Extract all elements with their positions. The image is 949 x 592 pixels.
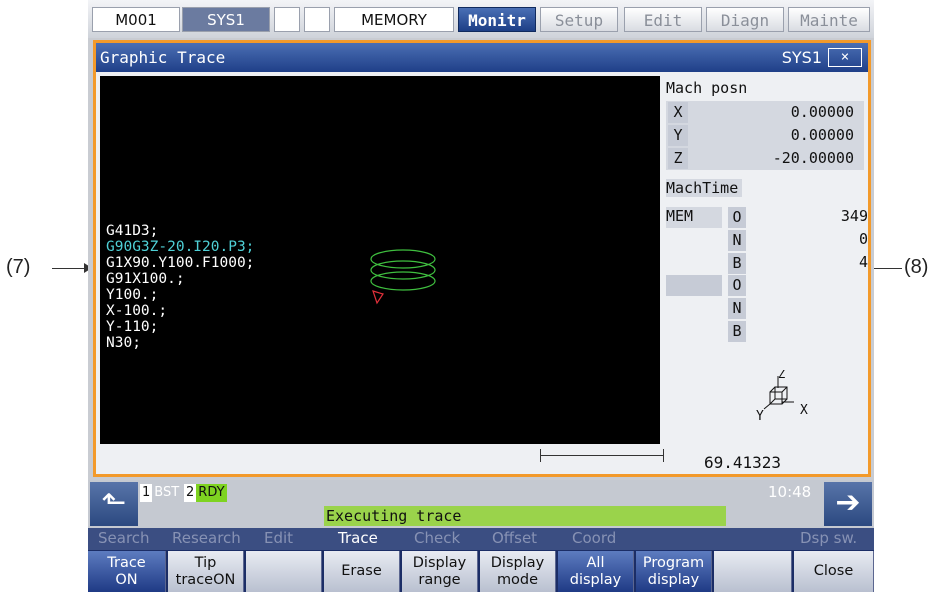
- mach-time-mode: MEM: [666, 207, 694, 225]
- softkey-blank-2[interactable]: [246, 551, 322, 592]
- softkey-bar: Trace ON Tip traceON Erase Display range Displa…: [88, 550, 874, 592]
- mach-posn-label: Mach posn: [666, 79, 748, 97]
- window-system-label: SYS1: [781, 48, 822, 67]
- tool-position-marker: [372, 290, 384, 305]
- softkey-line2: ON: [115, 571, 138, 588]
- axis-z-label: Z: [668, 148, 688, 169]
- helix-trace-path: [370, 249, 436, 291]
- status-clock: 10:48: [768, 483, 812, 501]
- status-chip-rdy: 2 RDY: [184, 484, 227, 502]
- menu-trace[interactable]: Trace: [338, 529, 378, 547]
- mt-key-n1: N: [728, 230, 746, 251]
- softkey-erase[interactable]: Erase: [324, 551, 400, 592]
- cnc-screen: M001 SYS1 MEMORY Monitr Setup Edit Diagn…: [88, 0, 874, 592]
- window-title: Graphic Trace: [100, 48, 226, 67]
- menu-dsp-sw[interactable]: Dsp sw.: [800, 529, 857, 547]
- status-chip-bst: 1 BST: [140, 484, 181, 502]
- scale-line: [540, 455, 664, 456]
- tab-edit[interactable]: Edit: [624, 7, 702, 32]
- axis-icon-z: Z: [778, 370, 785, 381]
- status-tab-system: SYS1: [182, 7, 270, 32]
- status-tab-part: M001: [92, 7, 180, 32]
- scale-distance: 69.41323: [704, 453, 782, 472]
- softkey-display-mode[interactable]: Display mode: [480, 551, 556, 592]
- mt-key-o1: O: [728, 207, 746, 228]
- softkey-line1: Close: [813, 563, 854, 579]
- menu-check[interactable]: Check: [414, 529, 460, 547]
- up-arrow-icon[interactable]: ⬑: [90, 482, 138, 526]
- softkey-display-range[interactable]: Display range: [402, 551, 478, 592]
- trace-canvas: G41D3; G90G3Z-20.I20.P3; G1X90.Y100.F1000;…: [100, 76, 660, 444]
- scale-tick-right: [663, 449, 664, 462]
- softkey-line2: range: [418, 571, 461, 588]
- tab-diagn[interactable]: Diagn: [706, 7, 784, 32]
- softkey-line1: All: [586, 554, 605, 571]
- window-title-bar: Graphic Trace SYS1 ×: [96, 43, 868, 72]
- right-arrow-icon[interactable]: ➔: [824, 482, 872, 526]
- softkey-line1: Trace: [107, 554, 146, 571]
- softkey-tip-traceon[interactable]: Tip traceON: [168, 551, 244, 592]
- mach-time-label: MachTime: [666, 179, 743, 197]
- menu-offset[interactable]: Offset: [492, 529, 537, 547]
- softkey-all-display[interactable]: All display: [558, 551, 634, 592]
- softkey-line1: Tip: [194, 554, 217, 571]
- softkey-line2: traceON: [175, 571, 236, 588]
- menu-search[interactable]: Search: [98, 529, 150, 547]
- menu-edit[interactable]: Edit: [264, 529, 293, 547]
- axis-orientation-icon: Z Y X: [756, 370, 808, 424]
- softkey-blank-8[interactable]: [714, 551, 792, 592]
- callout-left-line: [52, 268, 84, 269]
- status-tab-blank-1: [274, 7, 300, 32]
- softkey-line1: Erase: [341, 563, 382, 579]
- callout-left: (7): [6, 256, 31, 278]
- softkey-line1: Display: [490, 554, 545, 571]
- chip-num: 2: [184, 484, 197, 502]
- top-tab-bar: M001 SYS1 MEMORY Monitr Setup Edit Diagn…: [88, 0, 874, 38]
- softkey-line1: Display: [412, 554, 467, 571]
- mt-key-n2: N: [728, 298, 746, 319]
- softkey-close[interactable]: Close: [794, 551, 874, 592]
- tab-mainte[interactable]: Mainte: [788, 7, 870, 32]
- mt-val-n1: 0: [858, 230, 868, 248]
- softkey-line2: display: [569, 571, 622, 588]
- softkey-line1: Program: [642, 554, 705, 571]
- status-bar: ⬑ 1 BST 2 RDY Executing trace 10:48 ➔: [88, 480, 874, 528]
- softkey-line2: display: [647, 571, 700, 588]
- axis-icon-y: Y: [756, 409, 764, 424]
- axis-icon-x: X: [800, 403, 808, 418]
- tab-setup[interactable]: Setup: [540, 7, 618, 32]
- axis-y-value: 0.00000: [790, 126, 854, 144]
- window-close-button[interactable]: ×: [828, 48, 862, 67]
- status-tab-mode: MEMORY: [334, 7, 454, 32]
- status-message: Executing trace: [324, 506, 726, 526]
- menu-coord[interactable]: Coord: [572, 529, 616, 547]
- mach-time-blank-band: [666, 275, 722, 296]
- axis-x-label: X: [668, 102, 688, 123]
- scale-tick-left: [540, 449, 541, 462]
- axis-z-value: -20.00000: [772, 149, 854, 167]
- chip-text: RDY: [196, 484, 227, 502]
- status-tab-blank-2: [304, 7, 330, 32]
- tab-monitor[interactable]: Monitr: [458, 7, 536, 32]
- mt-val-o1: 349: [840, 207, 868, 225]
- trace-graphic: [370, 249, 436, 305]
- mt-val-b1: 4: [858, 253, 868, 271]
- callout-right-line: [872, 268, 902, 269]
- graphic-trace-window: Graphic Trace SYS1 × G41D3; G90G3Z-20.I20…: [93, 40, 871, 477]
- chip-text: BST: [154, 485, 180, 500]
- mt-key-b2: B: [728, 321, 746, 342]
- upper-menu-bar: Search Research Edit Trace Check Offset …: [88, 528, 874, 550]
- mt-key-b1: B: [728, 253, 746, 274]
- axis-y-label: Y: [668, 125, 688, 146]
- softkey-trace-on[interactable]: Trace ON: [88, 551, 166, 592]
- menu-research[interactable]: Research: [172, 529, 241, 547]
- softkey-program-display[interactable]: Program display: [636, 551, 712, 592]
- scale-bar: [100, 447, 664, 472]
- chip-num: 1: [140, 484, 153, 502]
- position-panel: Mach posn X 0.00000 Y 0.00000 Z -20.0000…: [664, 76, 868, 444]
- mt-key-o2: O: [728, 275, 746, 296]
- axis-x-value: 0.00000: [790, 103, 854, 121]
- callout-right: (8): [904, 256, 929, 278]
- softkey-line2: mode: [496, 571, 539, 588]
